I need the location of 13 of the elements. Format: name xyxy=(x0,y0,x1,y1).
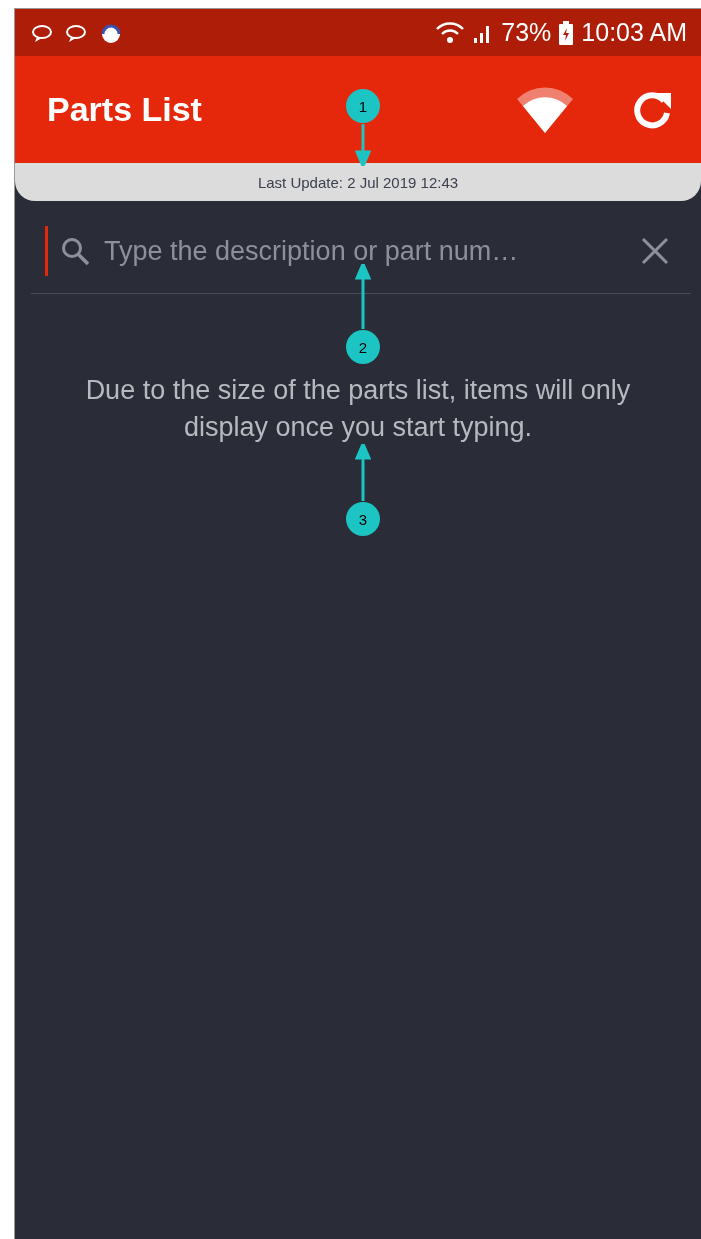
info-message: Due to the size of the parts list, items will only display once you start typing. xyxy=(84,374,632,444)
page-title: Parts List xyxy=(47,90,202,129)
search-icon xyxy=(60,236,90,266)
close-icon[interactable] xyxy=(641,237,669,265)
leader-line xyxy=(355,124,371,166)
battery-icon xyxy=(559,20,574,45)
clock: 10:03 AM xyxy=(581,18,687,47)
last-update-text: Last Update: 2 Jul 2019 12:43 xyxy=(257,173,459,191)
battery-percent: 73% xyxy=(501,18,552,47)
search-field[interactable]: Type the description or part num… xyxy=(102,234,625,268)
leader-line xyxy=(355,444,371,501)
wifi-icon xyxy=(435,20,466,45)
leader-line xyxy=(355,264,371,329)
